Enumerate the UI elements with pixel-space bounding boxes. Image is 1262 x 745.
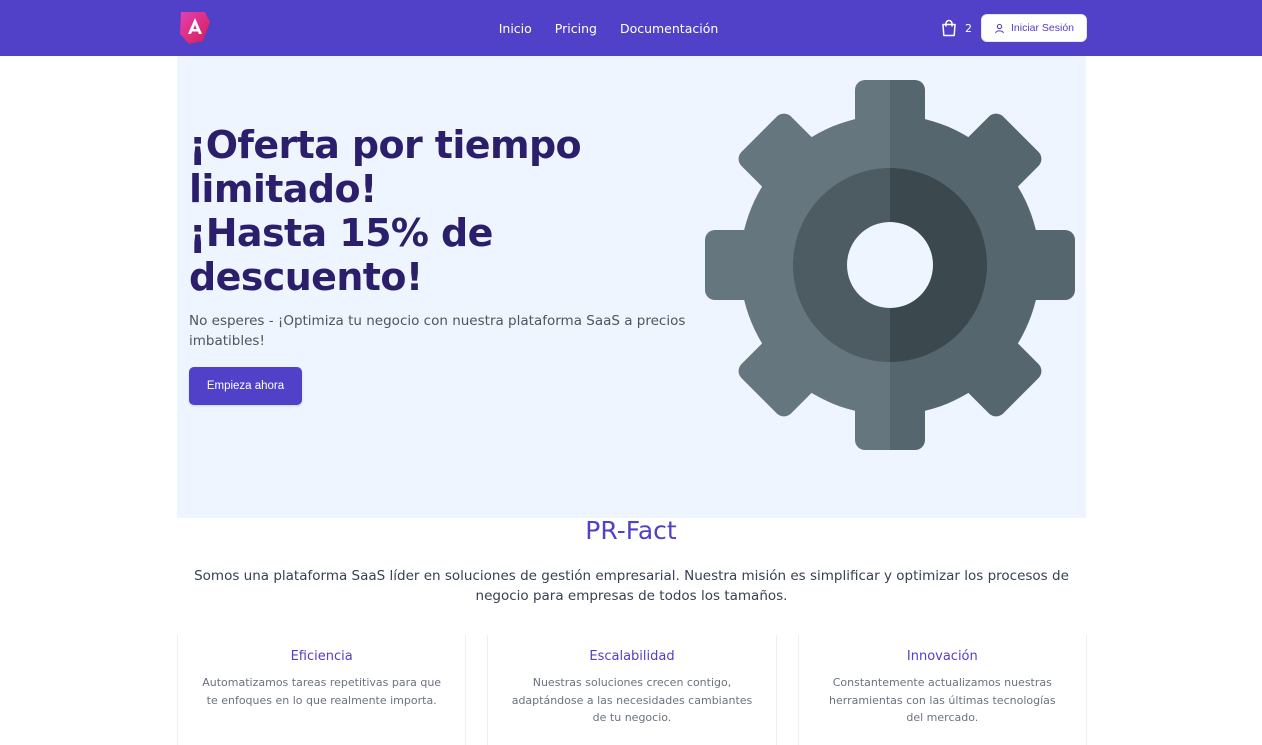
feature-card-eficiencia: Eficiencia Automatizamos tareas repetiti… <box>177 635 467 745</box>
hero-title-line-1: ¡Oferta por tiempo limitado! <box>189 123 582 211</box>
brand-logo[interactable] <box>177 10 213 46</box>
feature-text: Automatizamos tareas repetitivas para qu… <box>202 676 442 707</box>
gear-icon <box>705 80 1075 450</box>
top-navbar: Inicio Pricing Documentación 2 Iniciar S… <box>0 0 1262 56</box>
shopping-bag-icon <box>942 19 956 37</box>
features-section: Eficiencia Automatizamos tareas repetiti… <box>177 635 1087 745</box>
feature-text: Constantemente actualizamos nuestras her… <box>829 676 1056 724</box>
hero-subtitle: No esperes - ¡Optimiza tu negocio con nu… <box>189 313 686 349</box>
nav-link-pricing[interactable]: Pricing <box>555 21 597 36</box>
feature-title: Eficiencia <box>290 649 353 664</box>
nav-link-documentacion[interactable]: Documentación <box>620 21 718 36</box>
nav-link-inicio[interactable]: Inicio <box>499 21 532 36</box>
cart-count-badge: 2 <box>965 21 972 35</box>
login-button[interactable]: Iniciar Sesión <box>981 14 1087 42</box>
about-text: Somos una plataforma SaaS líder en soluc… <box>194 568 1069 604</box>
feature-card-innovacion: Innovación Constantemente actualizamos n… <box>797 635 1087 745</box>
feature-card-escalabilidad: Escalabilidad Nuestras soluciones crecen… <box>487 635 777 745</box>
login-button-label: Iniciar Sesión <box>1010 22 1075 34</box>
about-title: PR-Fact <box>585 516 677 545</box>
cart-button[interactable]: 2 <box>941 18 972 38</box>
user-icon <box>995 23 1004 33</box>
feature-text: Nuestras soluciones crecen contigo, adap… <box>511 676 753 724</box>
hero-title-line-2: ¡Hasta 15% de descuento! <box>189 211 493 299</box>
feature-title: Escalabilidad <box>589 649 675 664</box>
angular-logo-icon <box>180 12 210 44</box>
hero-section: ¡Oferta por tiempo limitado! ¡Hasta 15% … <box>177 56 1086 518</box>
feature-title: Innovación <box>906 649 978 664</box>
cta-button[interactable]: Empieza ahora <box>189 367 302 405</box>
hero-title: ¡Oferta por tiempo limitado! ¡Hasta 15% … <box>189 123 669 299</box>
